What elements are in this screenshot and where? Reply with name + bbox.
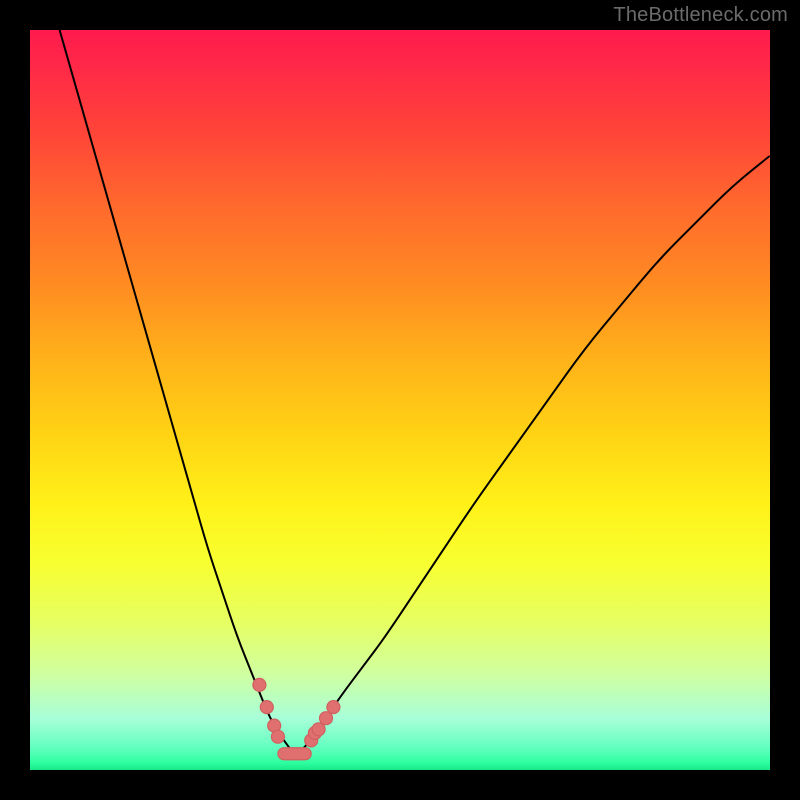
pink-markers-group bbox=[253, 678, 340, 759]
gradient-plot-area bbox=[30, 30, 770, 770]
chart-container: TheBottleneck.com bbox=[0, 0, 800, 800]
right-curve bbox=[296, 156, 770, 755]
pink-marker bbox=[312, 723, 325, 736]
pink-marker bbox=[260, 701, 273, 714]
pink-trough-bar bbox=[278, 748, 311, 760]
left-curve bbox=[60, 30, 297, 755]
pink-marker bbox=[253, 678, 266, 691]
pink-marker bbox=[320, 712, 333, 725]
curves-svg bbox=[30, 30, 770, 770]
pink-marker bbox=[271, 730, 284, 743]
pink-marker bbox=[327, 701, 340, 714]
watermark-text: TheBottleneck.com bbox=[613, 4, 788, 27]
